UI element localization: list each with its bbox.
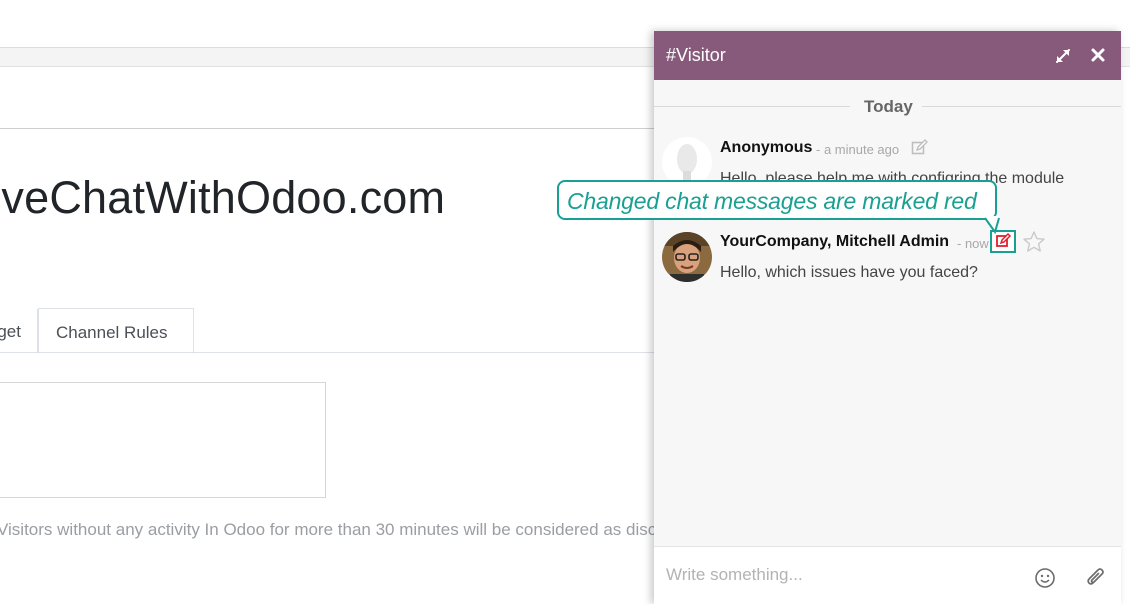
- close-icon[interactable]: [1090, 47, 1106, 63]
- message-time: - now: [957, 236, 989, 251]
- record-title: LiveChatWithOdoo.com: [0, 172, 446, 223]
- callout-pointer: [984, 216, 1000, 234]
- divider: [654, 106, 850, 107]
- rules-text-field[interactable]: [0, 382, 326, 498]
- tab-channel-rules[interactable]: Channel Rules: [38, 308, 194, 354]
- help-text: Visitors without any activity In Odoo fo…: [0, 520, 731, 539]
- divider: [0, 128, 660, 129]
- divider: [922, 106, 1121, 107]
- expand-icon[interactable]: [1054, 47, 1072, 65]
- message-author: Anonymous: [720, 139, 813, 156]
- tab-label: Widget: [0, 322, 21, 341]
- edit-icon[interactable]: [911, 139, 928, 156]
- message-time: - a minute ago: [816, 142, 900, 157]
- avatar: [662, 232, 712, 282]
- message-body: Hello, which issues have you faced?: [720, 264, 978, 281]
- callout-text: Changed chat messages are marked red: [567, 188, 977, 214]
- attachment-icon[interactable]: [1085, 566, 1107, 590]
- message-input[interactable]: [666, 559, 1006, 591]
- edit-icon[interactable]: [992, 232, 1014, 251]
- emoji-icon[interactable]: [1034, 567, 1056, 589]
- chat-window: #Visitor Today Anonymous - a minute ago: [654, 31, 1121, 604]
- user-avatar-icon: [662, 232, 712, 282]
- tab-label: Channel Rules: [56, 323, 168, 342]
- chat-title: #Visitor: [666, 45, 726, 65]
- annotation-callout: Changed chat messages are marked red: [557, 180, 997, 220]
- tab-widget[interactable]: Widget: [0, 309, 38, 353]
- day-separator: Today: [654, 97, 1121, 117]
- star-icon[interactable]: [1022, 230, 1046, 254]
- day-label: Today: [864, 97, 913, 116]
- message-author: YourCompany, Mitchell Admin: [720, 233, 950, 250]
- tabs-divider: [0, 352, 660, 353]
- composer: [654, 547, 1121, 604]
- chat-header[interactable]: #Visitor: [654, 31, 1121, 80]
